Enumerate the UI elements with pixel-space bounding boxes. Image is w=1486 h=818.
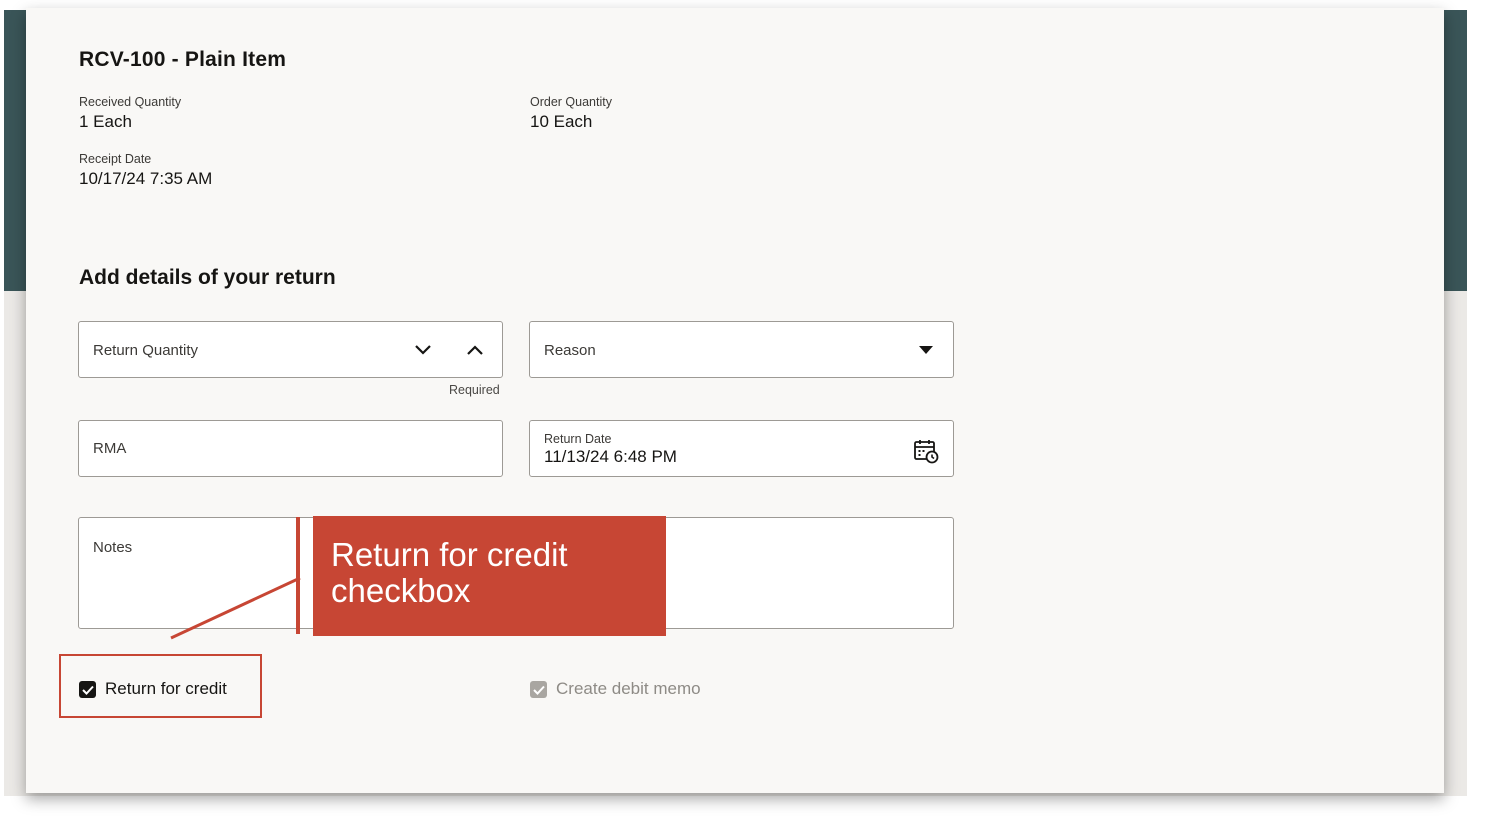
return-quantity-required-text: Required xyxy=(449,383,500,397)
notes-placeholder: Notes xyxy=(93,539,133,556)
rma-placeholder: RMA xyxy=(93,440,127,457)
section-title: Add details of your return xyxy=(79,266,336,289)
return-quantity-input[interactable]: Return Quantity xyxy=(78,321,503,378)
callout-line-2: checkbox xyxy=(331,572,471,609)
decrement-quantity-button[interactable] xyxy=(411,338,435,362)
receipt-date-value: 10/17/24 7:35 AM xyxy=(79,169,213,188)
callout-line-1: Return for credit xyxy=(331,536,568,573)
create-debit-memo-checkbox[interactable] xyxy=(530,681,547,698)
chevron-down-icon xyxy=(415,345,431,355)
chevron-up-icon xyxy=(467,345,483,355)
checkmark-icon xyxy=(532,685,545,695)
received-quantity-label: Received Quantity xyxy=(79,95,182,109)
return-date-value: 11/13/24 6:48 PM xyxy=(544,447,677,466)
caret-down-icon xyxy=(919,346,933,354)
return-date-input[interactable]: Return Date 11/13/24 6:48 PM xyxy=(529,420,954,477)
return-date-label: Return Date xyxy=(544,432,612,446)
item-title: RCV-100 - Plain Item xyxy=(79,48,287,71)
calendar-button[interactable] xyxy=(912,437,940,465)
receipt-date-label: Receipt Date xyxy=(79,152,152,166)
return-quantity-placeholder: Return Quantity xyxy=(93,342,199,359)
reason-placeholder: Reason xyxy=(544,342,596,359)
reason-dropdown-button[interactable] xyxy=(914,338,938,362)
received-quantity-value: 1 Each xyxy=(79,112,132,131)
callout-pointer-line xyxy=(170,576,301,640)
annotation-callout: Return for credit checkbox xyxy=(313,516,666,636)
create-debit-memo-label: Create debit memo xyxy=(556,679,701,698)
annotation-highlight-box xyxy=(59,654,262,718)
reason-select[interactable]: Reason xyxy=(529,321,954,378)
increment-quantity-button[interactable] xyxy=(463,338,487,362)
order-quantity-label: Order Quantity xyxy=(530,95,612,109)
rma-input[interactable]: RMA xyxy=(78,420,503,477)
order-quantity-value: 10 Each xyxy=(530,112,593,131)
calendar-clock-icon xyxy=(914,440,939,464)
